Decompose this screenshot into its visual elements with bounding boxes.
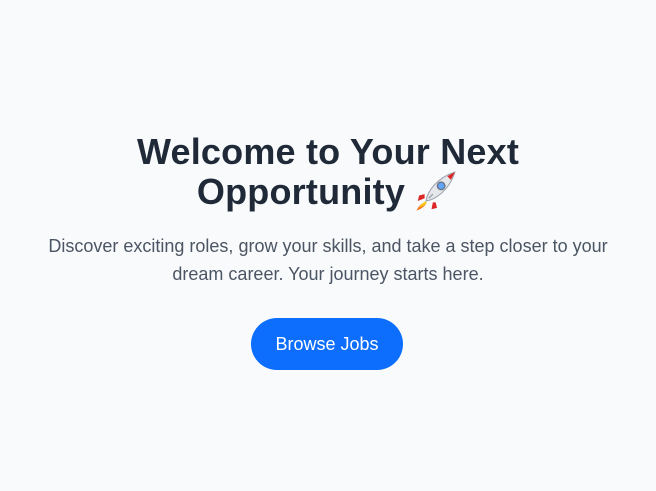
hero-title-line-1: Welcome to Your Next: [136, 131, 520, 172]
hero-title: Welcome to Your Next Opportunity: [0, 132, 656, 212]
hero-section: Welcome to Your Next Opportunity Discove…: [0, 0, 656, 491]
hero-title-line-2: Opportunity: [0, 172, 656, 212]
rocket-icon: [416, 171, 456, 212]
hero-subtitle-line-2: dream career. Your journey starts here.: [172, 264, 484, 284]
hero-subtitle-line-1: Discover exciting roles, grow your skill…: [48, 236, 608, 256]
hero-subtitle: Discover exciting roles, grow your skill…: [0, 232, 656, 288]
hero-title-text: Opportunity: [196, 171, 406, 212]
browse-jobs-button[interactable]: Browse Jobs: [251, 318, 403, 370]
